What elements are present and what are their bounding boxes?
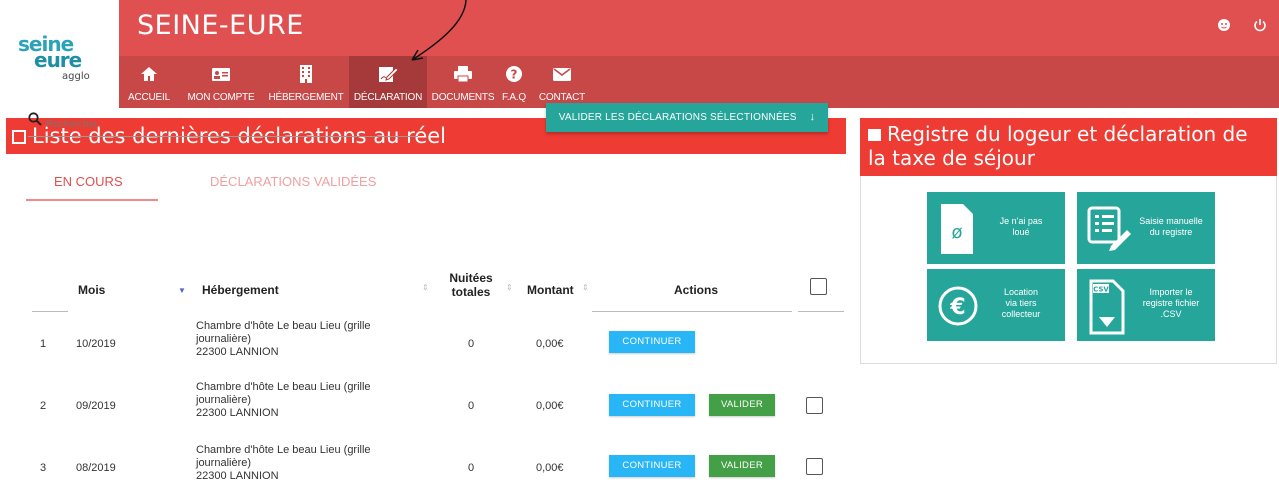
sort-icon[interactable]: ⇕ bbox=[506, 283, 513, 292]
continue-button[interactable]: CONTINUER bbox=[609, 331, 695, 353]
list-edit-icon bbox=[1087, 202, 1131, 256]
nav-item-contact[interactable]: CONTACT bbox=[531, 56, 593, 108]
declaration-tabs: EN COURS DÉCLARATIONS VALIDÉES bbox=[6, 166, 846, 201]
svg-text:ø: ø bbox=[951, 222, 962, 243]
euro-circle-icon: € bbox=[937, 279, 978, 333]
home-icon bbox=[121, 64, 177, 92]
col-header-mois[interactable]: Mois bbox=[78, 283, 105, 297]
arrow-down-icon: ↓ bbox=[809, 111, 816, 123]
logo-wordmark: seine eure bbox=[18, 32, 82, 72]
tile-label: Importer le registre fichier .CSV bbox=[1142, 287, 1200, 319]
app-title: SEINE-EURE bbox=[137, 10, 304, 41]
row-index: 3 bbox=[40, 462, 47, 474]
row-nuitees: 0 bbox=[468, 338, 475, 350]
sort-icon[interactable]: ⇕ bbox=[422, 283, 429, 292]
power-icon[interactable] bbox=[1253, 18, 1267, 32]
row-montant: 0,00€ bbox=[536, 338, 564, 350]
edit-icon bbox=[349, 64, 427, 92]
registre-panel-body: ø Je n'ai pas loué Saisie manuelle du regi… bbox=[860, 176, 1277, 364]
list-icon bbox=[12, 130, 26, 144]
sort-desc-icon[interactable]: ▼ bbox=[178, 286, 186, 295]
row-checkbox[interactable] bbox=[806, 458, 823, 475]
csv-file-icon: CSV bbox=[1087, 279, 1127, 335]
row-index: 2 bbox=[40, 400, 47, 412]
row-mois: 08/2019 bbox=[76, 462, 116, 474]
search-icon bbox=[28, 112, 42, 131]
validate-selected-button[interactable]: VALIDER LES DÉCLARATIONS SÉLECTIONNÉES ↓ bbox=[546, 103, 828, 132]
registre-panel: Registre du logeur et déclaration de la t… bbox=[858, 108, 1279, 365]
row-mois: 10/2019 bbox=[76, 338, 116, 350]
row-nuitees: 0 bbox=[468, 400, 475, 412]
search-input[interactable] bbox=[44, 114, 408, 134]
edit-square-icon bbox=[868, 129, 881, 141]
row-mois: 09/2019 bbox=[76, 400, 116, 412]
header-underline bbox=[32, 311, 68, 312]
top-header: SEINE-EURE ACCUEIL MON COMPTE HÉBERGEMEN… bbox=[119, 0, 1279, 108]
search-field bbox=[28, 110, 418, 137]
tile-label: Saisie manuelle du registre bbox=[1139, 216, 1203, 237]
declarations-panel: Liste des dernières déclarations au réel… bbox=[0, 108, 848, 491]
tab-en-cours[interactable]: EN COURS bbox=[54, 174, 123, 189]
row-nuitees: 0 bbox=[468, 462, 475, 474]
id-card-icon bbox=[179, 64, 263, 92]
active-tab-indicator bbox=[26, 199, 158, 201]
empty-set-document-icon: ø bbox=[937, 202, 977, 256]
sort-icon[interactable]: ⇕ bbox=[582, 283, 589, 292]
nav-item-documents[interactable]: DOCUMENTS bbox=[429, 56, 497, 108]
nav-item-accueil[interactable]: ACCUEIL bbox=[121, 56, 177, 108]
header-underline bbox=[592, 311, 792, 312]
col-header-nuitees[interactable]: Nuitées totales bbox=[448, 271, 494, 299]
continue-button[interactable]: CONTINUER bbox=[609, 394, 695, 416]
validate-button[interactable]: VALIDER bbox=[709, 394, 775, 416]
svg-text:€: € bbox=[949, 295, 965, 320]
tile-location-tiers-collecteur[interactable]: € Location via tiers collecteur bbox=[927, 269, 1065, 341]
printer-icon bbox=[429, 64, 497, 92]
continue-button[interactable]: CONTINUER bbox=[609, 455, 695, 477]
col-header-actions: Actions bbox=[674, 283, 719, 297]
user-face-icon[interactable] bbox=[1217, 18, 1231, 32]
validate-button[interactable]: VALIDER bbox=[709, 455, 775, 477]
envelope-icon bbox=[531, 64, 593, 92]
row-montant: 0,00€ bbox=[536, 462, 564, 474]
col-header-montant[interactable]: Montant bbox=[527, 283, 574, 297]
col-header-hebergement[interactable]: Hébergement bbox=[202, 283, 279, 297]
main-nav: ACCUEIL MON COMPTE HÉBERGEMENT DÉCLARATI… bbox=[119, 56, 1279, 108]
nav-item-faq[interactable]: ? F.A.Q bbox=[499, 56, 529, 108]
nav-item-hebergement[interactable]: HÉBERGEMENT bbox=[265, 56, 347, 108]
svg-text:?: ? bbox=[511, 68, 518, 82]
header-underline bbox=[798, 311, 844, 312]
row-checkbox[interactable] bbox=[806, 397, 823, 414]
row-hebergement: Chambre d'hôte Le beau Lieu (grille journ… bbox=[196, 444, 371, 482]
select-all-checkbox[interactable] bbox=[810, 278, 827, 295]
row-index: 1 bbox=[40, 338, 47, 350]
tile-label: Location via tiers collecteur bbox=[1001, 287, 1041, 319]
tile-je-nai-pas-loue[interactable]: ø Je n'ai pas loué bbox=[927, 192, 1065, 264]
row-montant: 0,00€ bbox=[536, 400, 564, 412]
nav-item-declaration[interactable]: DÉCLARATION bbox=[349, 56, 427, 108]
row-hebergement: Chambre d'hôte Le beau Lieu (grille journ… bbox=[196, 381, 371, 419]
registre-panel-header: Registre du logeur et déclaration de la t… bbox=[860, 118, 1277, 176]
tile-label: Je n'ai pas loué bbox=[999, 216, 1043, 237]
logo[interactable]: seine eure agglo bbox=[0, 0, 119, 108]
svg-text:CSV: CSV bbox=[1093, 286, 1109, 294]
row-hebergement: Chambre d'hôte Le beau Lieu (grille journ… bbox=[196, 320, 371, 358]
tile-importer-csv[interactable]: CSV Importer le registre fichier .CSV bbox=[1077, 269, 1215, 341]
question-icon: ? bbox=[499, 64, 529, 92]
tile-saisie-manuelle[interactable]: Saisie manuelle du registre bbox=[1077, 192, 1215, 264]
logo-subtitle: agglo bbox=[62, 71, 90, 82]
building-icon bbox=[265, 64, 347, 92]
tab-declarations-validees[interactable]: DÉCLARATIONS VALIDÉES bbox=[210, 174, 376, 189]
nav-item-mon-compte[interactable]: MON COMPTE bbox=[179, 56, 263, 108]
